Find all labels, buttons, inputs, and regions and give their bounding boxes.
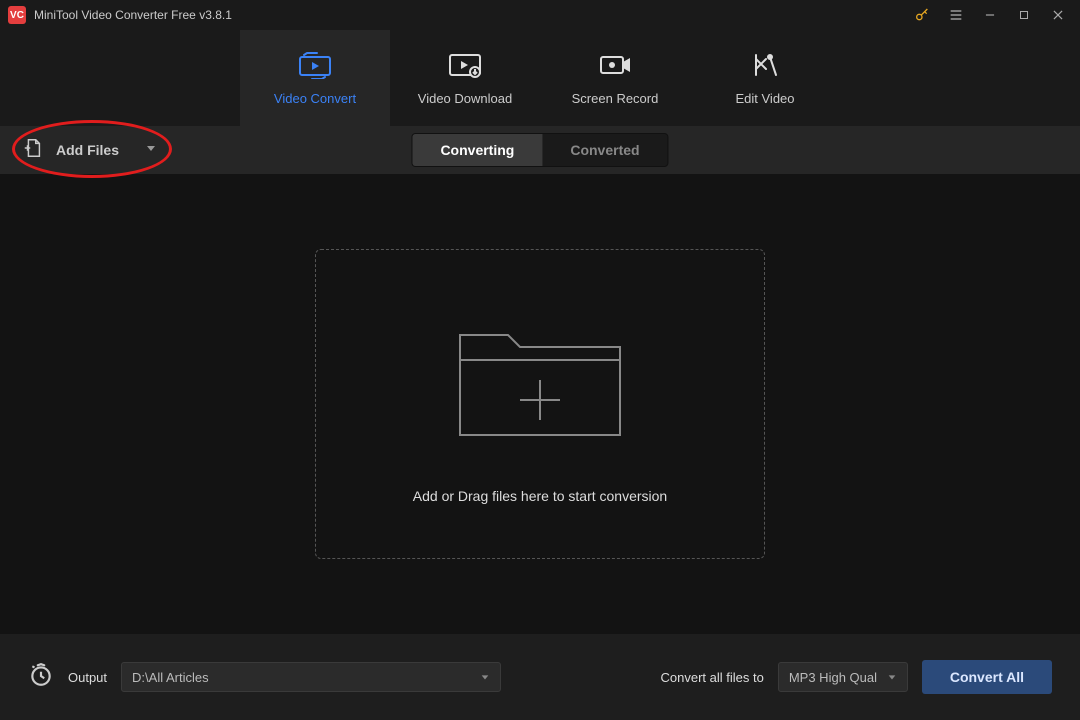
footer: Output D:\All Articles Convert all files… — [0, 634, 1080, 720]
titlebar-right — [908, 1, 1072, 29]
titlebar-left: VC MiniTool Video Converter Free v3.8.1 — [8, 6, 232, 24]
maximize-button[interactable] — [1010, 1, 1038, 29]
close-button[interactable] — [1044, 1, 1072, 29]
nav-label: Video Convert — [274, 91, 356, 106]
nav-label: Screen Record — [572, 91, 659, 106]
key-icon[interactable] — [908, 1, 936, 29]
chevron-down-icon — [145, 141, 157, 159]
minimize-button[interactable] — [976, 1, 1004, 29]
output-format-select[interactable]: MP3 High Quality — [778, 662, 908, 692]
dropzone-hint: Add or Drag files here to start conversi… — [413, 488, 667, 504]
menu-icon[interactable] — [942, 1, 970, 29]
add-files-label: Add Files — [56, 142, 119, 158]
seg-converted[interactable]: Converted — [542, 134, 667, 166]
main-nav: Video Convert Video Download Screen Reco… — [0, 30, 1080, 126]
titlebar: VC MiniTool Video Converter Free v3.8.1 — [0, 0, 1080, 30]
nav-video-convert[interactable]: Video Convert — [240, 30, 390, 126]
nav-video-download[interactable]: Video Download — [390, 30, 540, 126]
nav-edit-video[interactable]: Edit Video — [690, 30, 840, 126]
record-icon — [598, 51, 632, 79]
history-icon[interactable] — [28, 662, 54, 693]
app-title: MiniTool Video Converter Free v3.8.1 — [34, 8, 232, 22]
chevron-down-icon — [480, 670, 490, 685]
add-file-icon — [22, 137, 44, 164]
output-path-select[interactable]: D:\All Articles — [121, 662, 501, 692]
main-canvas: Add or Drag files here to start conversi… — [0, 174, 1080, 634]
output-path-value: D:\All Articles — [132, 670, 209, 685]
nav-label: Edit Video — [735, 91, 794, 106]
output-format-value: MP3 High Quality — [789, 670, 877, 685]
dropzone[interactable]: Add or Drag files here to start conversi… — [315, 249, 765, 559]
convert-all-button[interactable]: Convert All — [922, 660, 1052, 694]
folder-plus-icon — [450, 305, 630, 460]
chevron-down-icon — [887, 670, 897, 685]
convert-icon — [298, 51, 332, 79]
toolbar: Add Files Converting Converted — [0, 126, 1080, 174]
edit-icon — [750, 51, 780, 79]
download-icon — [448, 51, 482, 79]
app-logo: VC — [8, 6, 26, 24]
nav-screen-record[interactable]: Screen Record — [540, 30, 690, 126]
seg-converting[interactable]: Converting — [412, 134, 542, 166]
convert-all-to-label: Convert all files to — [661, 670, 764, 685]
status-segmented-control: Converting Converted — [411, 133, 668, 167]
nav-label: Video Download — [418, 91, 512, 106]
output-label: Output — [68, 670, 107, 685]
add-files-button[interactable]: Add Files — [12, 131, 167, 170]
